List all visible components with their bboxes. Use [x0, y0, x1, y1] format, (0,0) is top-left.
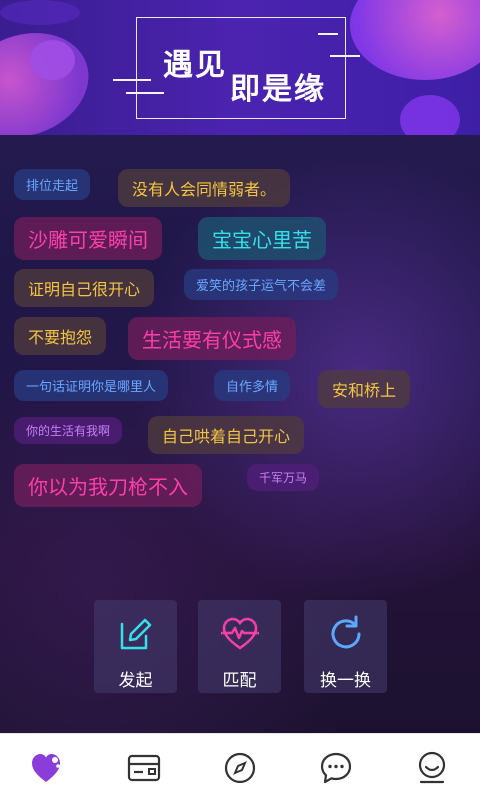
logo-accent-line	[330, 55, 360, 57]
topic-tag[interactable]: 你的生活有我啊	[14, 417, 123, 444]
heart-home-icon	[32, 754, 60, 782]
refresh-button[interactable]: 换一换	[304, 600, 387, 693]
topic-tag[interactable]: 没有人会同情弱者。	[118, 169, 291, 207]
logo-accent-line	[113, 79, 151, 81]
edit-icon	[120, 618, 151, 650]
decorative-blob	[400, 95, 460, 135]
topic-tag[interactable]: 证明自己很开心	[14, 269, 155, 307]
tab-home[interactable]	[26, 748, 66, 788]
logo-accent-line	[318, 33, 338, 35]
profile-icon	[418, 751, 446, 784]
topic-tag[interactable]: 宝宝心里苦	[198, 217, 326, 260]
header-banner: 遇见 即是缘	[0, 0, 480, 135]
initiate-button[interactable]: 发起	[94, 600, 177, 693]
topic-tag[interactable]: 千军万马	[247, 464, 320, 491]
decorative-blob	[30, 40, 75, 80]
logo-title-line1: 遇见	[163, 48, 227, 83]
decorative-blob	[0, 0, 80, 25]
tab-cards[interactable]	[124, 748, 164, 788]
match-button[interactable]: 匹配	[198, 600, 281, 693]
tab-profile[interactable]	[412, 748, 452, 788]
topic-tag[interactable]: 生活要有仪式感	[128, 317, 296, 360]
refresh-label: 换一换	[320, 671, 371, 691]
refresh-icon	[331, 615, 360, 649]
bottom-tab-bar	[0, 733, 480, 800]
match-label: 匹配	[222, 671, 257, 691]
logo-title-line2: 即是缘	[230, 72, 326, 107]
topic-tag[interactable]: 自己哄着自己开心	[148, 416, 305, 454]
logo-accent-line	[126, 92, 164, 94]
tab-messages[interactable]	[316, 748, 356, 788]
topic-tag[interactable]: 爱笑的孩子运气不会差	[184, 269, 339, 300]
tab-discover[interactable]	[220, 748, 260, 788]
topic-tag[interactable]: 一句话证明你是哪里人	[14, 370, 169, 401]
topic-tag[interactable]: 沙雕可爱瞬间	[14, 217, 162, 260]
topic-tag[interactable]: 不要抱怨	[14, 317, 107, 355]
compass-icon	[224, 752, 256, 784]
topic-tag[interactable]: 你以为我刀枪不入	[14, 464, 202, 507]
topic-tag[interactable]: 排位走起	[14, 169, 91, 200]
chat-icon	[320, 752, 352, 784]
card-icon	[127, 754, 161, 782]
heart-pulse-icon	[220, 617, 259, 650]
decorative-blob	[350, 0, 480, 80]
initiate-label: 发起	[118, 671, 153, 691]
topic-tag[interactable]: 自作多情	[214, 370, 291, 401]
topic-tag[interactable]: 安和桥上	[318, 370, 411, 408]
